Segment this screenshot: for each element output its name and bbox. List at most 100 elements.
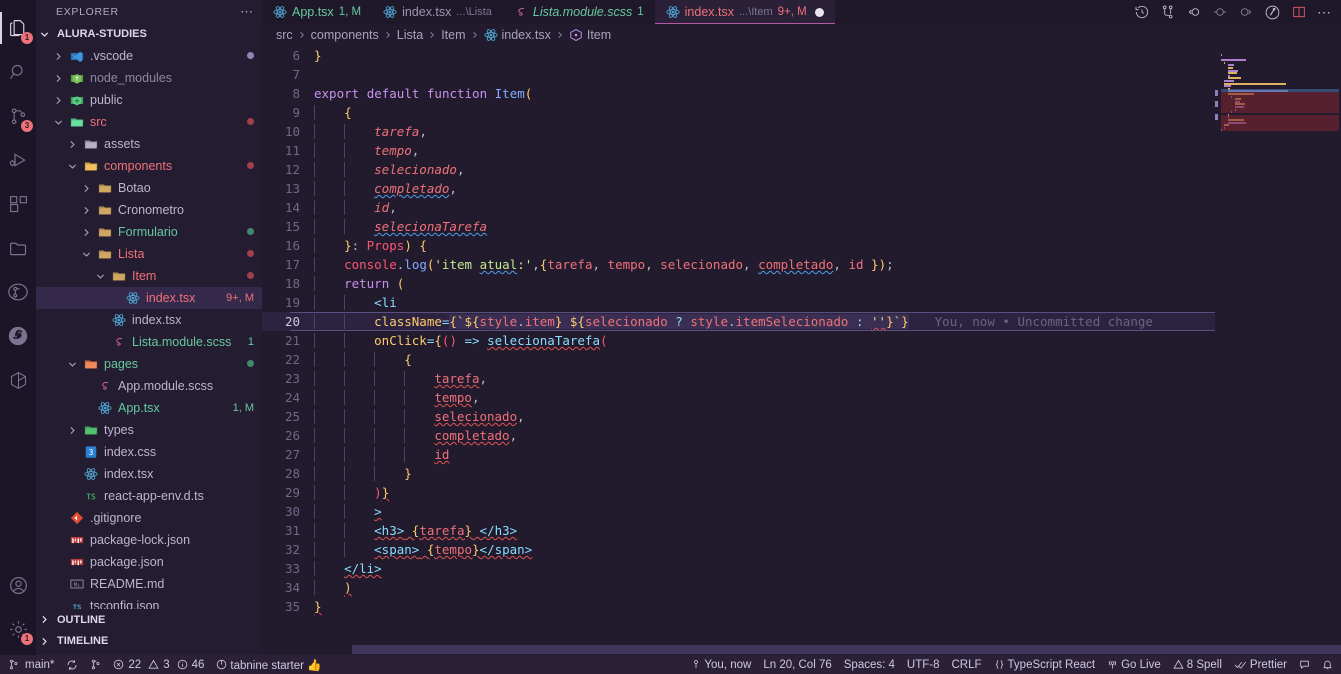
code-line-20[interactable]: 20 className={`${style.item} ${selecionad…: [262, 312, 1341, 331]
tree-item-assets[interactable]: assets: [36, 133, 262, 155]
code-line-18[interactable]: 18 return (: [262, 274, 1341, 293]
code-line-25[interactable]: 25 selecionado,: [262, 407, 1341, 426]
tree-item-node-modules[interactable]: node_modules: [36, 67, 262, 89]
code-line-22[interactable]: 22 {: [262, 350, 1341, 369]
tree-item-types[interactable]: types: [36, 419, 262, 441]
status-feedback[interactable]: [1293, 655, 1316, 674]
code-line-15[interactable]: 15 selecionaTarefa: [262, 217, 1341, 236]
tree-item-tsconfig-json[interactable]: TS tsconfig.json: [36, 595, 262, 608]
code-line-30[interactable]: 30 >: [262, 502, 1341, 521]
activity-item-git-graph[interactable]: [0, 270, 36, 314]
tree-item-item[interactable]: Item: [36, 265, 262, 287]
status-problems[interactable]: 22 3 46: [107, 655, 210, 674]
code-line-14[interactable]: 14 id,: [262, 198, 1341, 217]
code-line-35[interactable]: 35}: [262, 597, 1341, 616]
activity-item-remote-explorer[interactable]: [0, 226, 36, 270]
code-line-29[interactable]: 29)}: [262, 483, 1341, 502]
status-go-live[interactable]: Go Live: [1101, 655, 1167, 674]
editor-tab-2[interactable]: Lista.module.scss 1: [503, 0, 655, 24]
status-spell-checker[interactable]: 8 Spell: [1167, 655, 1228, 674]
status-cursor-position[interactable]: Ln 20, Col 76: [757, 655, 837, 674]
breadcrumb-item-0[interactable]: src: [276, 28, 293, 42]
tree-item-gitignore[interactable]: .gitignore: [36, 507, 262, 529]
code-line-21[interactable]: 21 onClick={() => selecionaTarefa(: [262, 331, 1341, 350]
status-git-blame[interactable]: You, now: [685, 655, 757, 674]
tree-item-index-tsx[interactable]: index.tsx: [36, 309, 262, 331]
status-eol[interactable]: CRLF: [946, 655, 988, 674]
tree-item-readme-md[interactable]: M↓ README.md: [36, 573, 262, 595]
activity-item-run-and-debug[interactable]: [0, 138, 36, 182]
code-lines[interactable]: 6} 7 8 export default function Item(9{10 tar…: [262, 46, 1341, 655]
code-line-6[interactable]: 6}: [262, 46, 1341, 65]
code-line-31[interactable]: 31 <h3> {tarefa} </h3>: [262, 521, 1341, 540]
more-actions-icon[interactable]: ⋯: [1317, 5, 1332, 19]
activity-item-search[interactable]: [0, 50, 36, 94]
tree-item-botao[interactable]: Botao: [36, 177, 262, 199]
code-editor[interactable]: 6} 7 8 export default function Item(9{10 tar…: [262, 46, 1341, 655]
tab-dirty-indicator[interactable]: [814, 7, 824, 17]
activity-item-explorer[interactable]: 1: [0, 6, 36, 50]
record-icon[interactable]: [1212, 4, 1228, 20]
activity-item-accounts[interactable]: [0, 563, 36, 607]
code-line-10[interactable]: 10 tarefa,: [262, 122, 1341, 141]
status-remote-indicator[interactable]: [6, 655, 25, 674]
tree-item-index-tsx[interactable]: index.tsx: [36, 463, 262, 485]
status-prettier[interactable]: Prettier: [1228, 655, 1293, 674]
status-notifications[interactable]: [1316, 655, 1335, 674]
tree-item-package-json[interactable]: package.json: [36, 551, 262, 573]
explorer-root-section[interactable]: ALURA-STUDIES: [36, 24, 262, 46]
activity-item-docker[interactable]: [0, 358, 36, 402]
sidebar-more-icon[interactable]: ⋯: [240, 4, 254, 20]
tree-item-components[interactable]: components: [36, 155, 262, 177]
step-forward-icon[interactable]: [1238, 4, 1254, 20]
status-tabnine[interactable]: tabnine starter 👍: [210, 655, 327, 674]
breadcrumb-item-1[interactable]: components: [311, 28, 379, 42]
tree-item-app-module-scss[interactable]: App.module.scss: [36, 375, 262, 397]
editor-tabs[interactable]: App.tsx 1, M index.tsx ...\Lista Lista.modul…: [262, 0, 1341, 24]
code-line-27[interactable]: 27 id: [262, 445, 1341, 464]
tree-item-lista[interactable]: Lista: [36, 243, 262, 265]
breadcrumb-item-3[interactable]: Item: [441, 28, 465, 42]
file-tree[interactable]: .vscode node_modules public src assets compon…: [36, 45, 262, 609]
breadcrumb[interactable]: src components Lista Item index.tsx Item: [262, 24, 1341, 46]
code-line-13[interactable]: 13 completado,: [262, 179, 1341, 198]
code-line-17[interactable]: 17 console.log('item atual:',{tarefa, tem…: [262, 255, 1341, 274]
breadcrumb-item-2[interactable]: Lista: [397, 28, 423, 42]
code-line-24[interactable]: 24 tempo,: [262, 388, 1341, 407]
tree-item-public[interactable]: public: [36, 89, 262, 111]
breadcrumb-item-5[interactable]: Item: [569, 28, 611, 42]
tree-item-formulario[interactable]: Formulario: [36, 221, 262, 243]
minimap[interactable]: [1215, 46, 1341, 655]
tree-item-package-lock-json[interactable]: package-lock.json: [36, 529, 262, 551]
code-line-28[interactable]: 28}: [262, 464, 1341, 483]
breadcrumb-item-4[interactable]: index.tsx: [483, 28, 551, 42]
status-language-mode[interactable]: TypeScript React: [988, 655, 1102, 674]
tree-item-lista-module-scss[interactable]: Lista.module.scss 1: [36, 331, 262, 353]
code-line-11[interactable]: 11 tempo,: [262, 141, 1341, 160]
run-icon[interactable]: [1264, 4, 1281, 21]
step-back-icon[interactable]: [1186, 4, 1202, 20]
split-graph-icon[interactable]: [1160, 4, 1176, 20]
sidebar-item-timeline[interactable]: TIMELINE: [36, 630, 262, 652]
tree-item-react-app-env-d-ts[interactable]: TS react-app-env.d.ts: [36, 485, 262, 507]
tree-item-pages[interactable]: pages: [36, 353, 262, 375]
activity-item-source-control[interactable]: 3: [0, 94, 36, 138]
status-publish[interactable]: [84, 655, 107, 674]
code-line-33[interactable]: 33 </li>: [262, 559, 1341, 578]
tree-item-src[interactable]: src: [36, 111, 262, 133]
activity-item-live-share[interactable]: [0, 314, 36, 358]
tree-item-cronometro[interactable]: Cronometro: [36, 199, 262, 221]
timeline-icon[interactable]: [1134, 4, 1150, 20]
activity-item-extensions[interactable]: [0, 182, 36, 226]
code-line-9[interactable]: 9{: [262, 103, 1341, 122]
status-encoding[interactable]: UTF-8: [901, 655, 946, 674]
code-line-16[interactable]: 16}: Props) {: [262, 236, 1341, 255]
horizontal-scrollbar-thumb[interactable]: [352, 645, 1341, 654]
tree-item-app-tsx[interactable]: App.tsx 1, M: [36, 397, 262, 419]
code-line-12[interactable]: 12 selecionado,: [262, 160, 1341, 179]
code-line-23[interactable]: 23 tarefa,: [262, 369, 1341, 388]
code-line-34[interactable]: 34): [262, 578, 1341, 597]
tree-item-index-css[interactable]: 3 index.css: [36, 441, 262, 463]
code-line-19[interactable]: 19 <li: [262, 293, 1341, 312]
split-editor-icon[interactable]: [1291, 4, 1307, 20]
